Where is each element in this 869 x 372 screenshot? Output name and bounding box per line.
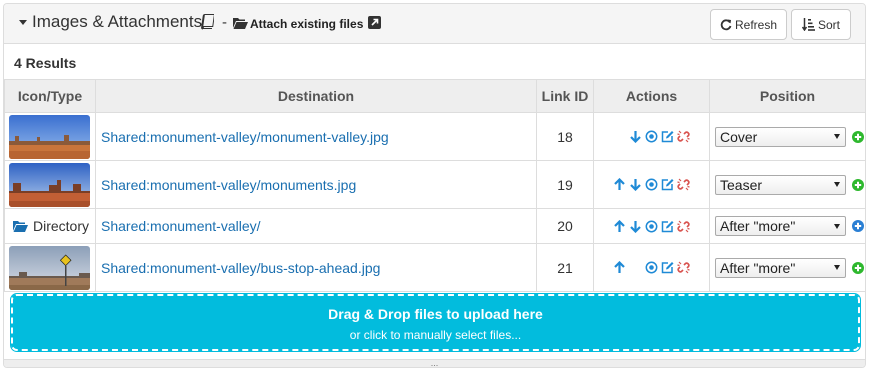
add-circle-icon[interactable] bbox=[852, 220, 864, 232]
sort-label: Sort bbox=[817, 17, 840, 32]
upload-dropzone[interactable]: Drag & Drop files to upload here or clic… bbox=[10, 293, 861, 352]
refresh-label: Refresh bbox=[734, 17, 778, 32]
unlink-icon[interactable] bbox=[677, 220, 690, 233]
target-icon[interactable] bbox=[645, 220, 658, 233]
resize-handle-dots: ... bbox=[430, 358, 439, 368]
position-select[interactable]: Cover bbox=[715, 126, 846, 147]
column-header-icon-type: Icon/Type bbox=[4, 79, 96, 113]
position-cell: Teaser bbox=[709, 160, 865, 209]
link-id-cell: 21 bbox=[536, 243, 594, 292]
caret-down-icon[interactable] bbox=[19, 20, 27, 25]
destination-link[interactable]: Shared:monument-valley/monument-valley.j… bbox=[101, 129, 389, 145]
link-id-cell: 20 bbox=[536, 208, 594, 244]
table-row: Shared:monument-valley/monuments.jpg 19 … bbox=[4, 160, 865, 209]
position-cell: After "more" bbox=[709, 208, 865, 244]
unlink-icon[interactable] bbox=[677, 261, 690, 274]
attach-existing-files-link[interactable]: Attach existing files bbox=[250, 17, 363, 31]
position-cell: Cover bbox=[709, 112, 865, 161]
destination-link[interactable]: Shared:monument-valley/monuments.jpg bbox=[101, 177, 356, 193]
add-circle-icon[interactable] bbox=[852, 261, 864, 274]
edit-icon[interactable] bbox=[661, 220, 674, 233]
target-icon[interactable] bbox=[645, 261, 658, 274]
refresh-icon bbox=[720, 18, 732, 30]
actions-cell bbox=[593, 208, 710, 244]
column-header-destination: Destination bbox=[95, 79, 537, 113]
select-arrow-icon bbox=[834, 223, 840, 229]
folder-open-icon bbox=[233, 18, 248, 29]
edit-icon[interactable] bbox=[661, 130, 674, 143]
icon-type-cell bbox=[4, 160, 96, 209]
position-cell: After "more" bbox=[709, 243, 865, 292]
link-id-cell: 19 bbox=[536, 160, 594, 209]
thumbnail-image[interactable] bbox=[9, 245, 90, 290]
results-count: 4 Results bbox=[14, 55, 77, 71]
external-link-icon[interactable] bbox=[368, 16, 381, 29]
destination-link[interactable]: Shared:monument-valley/ bbox=[101, 218, 261, 234]
resize-handle[interactable]: ... bbox=[4, 358, 865, 368]
actions-cell bbox=[593, 112, 710, 161]
arrow-up-icon[interactable] bbox=[613, 219, 626, 233]
position-select-value: After "more" bbox=[720, 259, 796, 276]
sort-button[interactable]: Sort bbox=[791, 9, 851, 40]
unlink-icon[interactable] bbox=[677, 178, 690, 191]
column-header-actions: Actions bbox=[593, 79, 710, 113]
sort-amount-icon bbox=[801, 18, 815, 31]
arrow-up-icon[interactable] bbox=[613, 261, 626, 274]
table-row: Directory Shared:monument-valley/ 20 Aft… bbox=[4, 208, 865, 244]
icon-type-cell bbox=[4, 243, 96, 292]
link-id-cell: 18 bbox=[536, 112, 594, 161]
icon-type-cell bbox=[4, 112, 96, 161]
thumbnail-image[interactable] bbox=[9, 114, 90, 159]
destination-cell: Shared:monument-valley/monuments.jpg bbox=[95, 160, 537, 209]
position-select-value: Teaser bbox=[720, 176, 763, 193]
arrow-down-icon[interactable] bbox=[629, 220, 642, 233]
attachments-table: Icon/Type Destination Link ID Actions Po… bbox=[4, 79, 865, 292]
column-header-link-id: Link ID bbox=[536, 79, 594, 113]
thumbnail-image[interactable] bbox=[9, 162, 90, 207]
position-select-value: Cover bbox=[720, 128, 758, 145]
folder-open-icon bbox=[13, 221, 28, 232]
destination-cell: Shared:monument-valley/bus-stop-ahead.jp… bbox=[95, 243, 537, 292]
target-icon[interactable] bbox=[645, 178, 658, 191]
position-select[interactable]: After "more" bbox=[715, 216, 846, 236]
edit-icon[interactable] bbox=[661, 178, 674, 191]
panel-heading: Images & Attachments - Attach existing f… bbox=[4, 4, 865, 44]
select-arrow-icon bbox=[834, 182, 840, 187]
add-circle-icon[interactable] bbox=[852, 178, 864, 191]
position-select-value: After "more" bbox=[720, 218, 796, 234]
actions-cell bbox=[593, 160, 710, 209]
select-arrow-icon bbox=[834, 134, 840, 139]
add-circle-icon[interactable] bbox=[852, 130, 864, 143]
select-arrow-icon bbox=[834, 265, 840, 270]
dropzone-subtitle: or click to manually select files... bbox=[349, 328, 522, 342]
destination-cell: Shared:monument-valley/ bbox=[95, 208, 537, 244]
icon-type-cell: Directory bbox=[4, 208, 96, 244]
destination-cell: Shared:monument-valley/monument-valley.j… bbox=[95, 112, 537, 161]
actions-cell bbox=[593, 243, 710, 292]
arrow-down-icon[interactable] bbox=[629, 130, 642, 143]
panel-title[interactable]: Images & Attachments bbox=[32, 12, 202, 32]
destination-link[interactable]: Shared:monument-valley/bus-stop-ahead.jp… bbox=[101, 260, 380, 276]
dropzone-title: Drag & Drop files to upload here bbox=[328, 306, 543, 322]
separator: - bbox=[222, 14, 227, 31]
arrow-down-icon[interactable] bbox=[629, 178, 642, 191]
position-select[interactable]: After "more" bbox=[715, 257, 846, 278]
refresh-button[interactable]: Refresh bbox=[710, 9, 787, 40]
table-row: Shared:monument-valley/bus-stop-ahead.jp… bbox=[4, 243, 865, 292]
position-select[interactable]: Teaser bbox=[715, 174, 846, 195]
arrow-up-icon[interactable] bbox=[613, 178, 626, 191]
book-icon[interactable] bbox=[200, 14, 214, 30]
table-row: Shared:monument-valley/monument-valley.j… bbox=[4, 112, 865, 161]
unlink-icon[interactable] bbox=[677, 130, 690, 143]
target-icon[interactable] bbox=[645, 130, 658, 143]
attachments-panel: Images & Attachments - Attach existing f… bbox=[3, 3, 866, 368]
type-label: Directory bbox=[33, 218, 90, 234]
edit-icon[interactable] bbox=[661, 261, 674, 274]
column-header-position: Position bbox=[709, 79, 865, 113]
